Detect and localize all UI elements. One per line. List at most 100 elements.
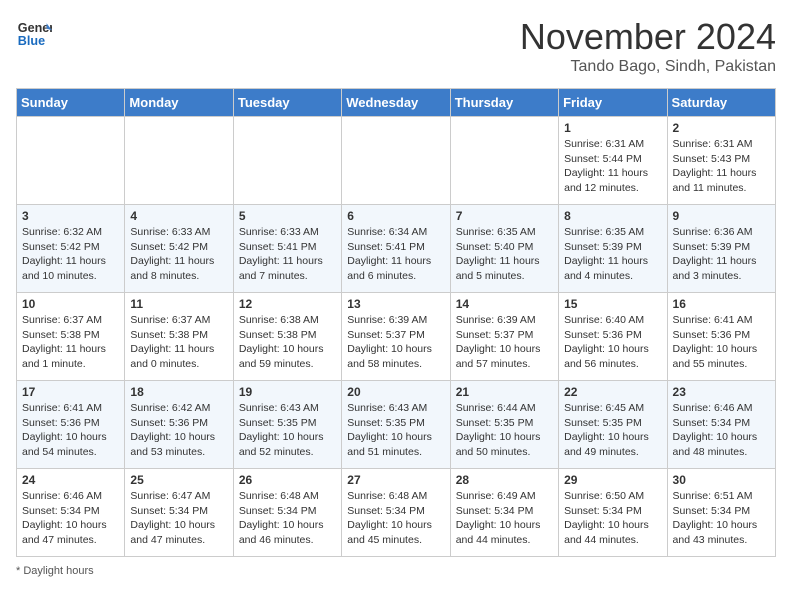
day-number: 1 <box>564 121 661 135</box>
calendar-cell: 27Sunrise: 6:48 AM Sunset: 5:34 PM Dayli… <box>342 469 450 557</box>
day-number: 19 <box>239 385 336 399</box>
day-number: 22 <box>564 385 661 399</box>
calendar-cell: 25 Sunrise: 6:47 AM Sunset: 5:34 PM Dayli… <box>125 469 233 557</box>
calendar-cell <box>17 117 125 205</box>
day-number: 24 <box>22 473 119 487</box>
calendar-week-row: 1Sunrise: 6:31 AM Sunset: 5:44 PM Daylig… <box>17 117 776 205</box>
day-info: Sunrise: 6:35 AM Sunset: 5:40 PM Dayligh… <box>456 225 553 284</box>
footer-note: * Daylight hours <box>16 565 776 577</box>
day-info: Sunrise: 6:37 AM Sunset: 5:38 PM Dayligh… <box>130 313 227 372</box>
day-info: Sunrise: 6:34 AM Sunset: 5:41 PM Dayligh… <box>347 225 444 284</box>
calendar-cell: 7Sunrise: 6:35 AM Sunset: 5:40 PM Daylig… <box>450 205 558 293</box>
calendar-cell: 1Sunrise: 6:31 AM Sunset: 5:44 PM Daylig… <box>559 117 667 205</box>
calendar-cell: 5Sunrise: 6:33 AM Sunset: 5:41 PM Daylig… <box>233 205 341 293</box>
weekday-header-wednesday: Wednesday <box>342 89 450 117</box>
day-number: 8 <box>564 209 661 223</box>
day-info: Sunrise: 6:33 AM Sunset: 5:42 PM Dayligh… <box>130 225 227 284</box>
day-number: 30 <box>673 473 770 487</box>
month-title: November 2024 <box>520 16 776 58</box>
calendar-cell: 21 Sunrise: 6:44 AM Sunset: 5:35 PM Dayli… <box>450 381 558 469</box>
title-area: November 2024 Tando Bago, Sindh, Pakista… <box>520 16 776 76</box>
calendar-cell: 12Sunrise: 6:38 AM Sunset: 5:38 PM Dayli… <box>233 293 341 381</box>
day-info: Sunrise: 6:36 AM Sunset: 5:39 PM Dayligh… <box>673 225 770 284</box>
calendar-cell: 11 Sunrise: 6:37 AM Sunset: 5:38 PM Dayli… <box>125 293 233 381</box>
day-info: Sunrise: 6:43 AM Sunset: 5:35 PM Dayligh… <box>347 401 444 460</box>
day-info: Sunrise: 6:49 AM Sunset: 5:34 PM Dayligh… <box>456 489 553 548</box>
calendar-cell: 18Sunrise: 6:42 AM Sunset: 5:36 PM Dayli… <box>125 381 233 469</box>
weekday-header-thursday: Thursday <box>450 89 558 117</box>
calendar-week-row: 17 Sunrise: 6:41 AM Sunset: 5:36 PM Dayli… <box>17 381 776 469</box>
day-info: Sunrise: 6:48 AM Sunset: 5:34 PM Dayligh… <box>347 489 444 548</box>
calendar-cell <box>233 117 341 205</box>
day-number: 15 <box>564 297 661 311</box>
day-number: 17 <box>22 385 119 399</box>
day-info: Sunrise: 6:39 AM Sunset: 5:37 PM Dayligh… <box>456 313 553 372</box>
weekday-header-friday: Friday <box>559 89 667 117</box>
day-info: Sunrise: 6:51 AM Sunset: 5:34 PM Dayligh… <box>673 489 770 548</box>
calendar-cell: 8 Sunrise: 6:35 AM Sunset: 5:39 PM Daylig… <box>559 205 667 293</box>
weekday-header-saturday: Saturday <box>667 89 775 117</box>
logo: General Blue <box>16 16 52 52</box>
day-info: Sunrise: 6:50 AM Sunset: 5:34 PM Dayligh… <box>564 489 661 548</box>
calendar: SundayMondayTuesdayWednesdayThursdayFrid… <box>16 88 776 557</box>
weekday-header-monday: Monday <box>125 89 233 117</box>
day-info: Sunrise: 6:43 AM Sunset: 5:35 PM Dayligh… <box>239 401 336 460</box>
calendar-cell: 30 Sunrise: 6:51 AM Sunset: 5:34 PM Dayli… <box>667 469 775 557</box>
day-info: Sunrise: 6:37 AM Sunset: 5:38 PM Dayligh… <box>22 313 119 372</box>
calendar-cell: 9Sunrise: 6:36 AM Sunset: 5:39 PM Daylig… <box>667 205 775 293</box>
day-info: Sunrise: 6:45 AM Sunset: 5:35 PM Dayligh… <box>564 401 661 460</box>
svg-text:Blue: Blue <box>18 34 45 48</box>
calendar-cell: 24 Sunrise: 6:46 AM Sunset: 5:34 PM Dayli… <box>17 469 125 557</box>
calendar-cell <box>450 117 558 205</box>
calendar-cell: 19 Sunrise: 6:43 AM Sunset: 5:35 PM Dayli… <box>233 381 341 469</box>
day-number: 14 <box>456 297 553 311</box>
day-info: Sunrise: 6:31 AM Sunset: 5:43 PM Dayligh… <box>673 137 770 196</box>
weekday-header-tuesday: Tuesday <box>233 89 341 117</box>
calendar-cell: 23Sunrise: 6:46 AM Sunset: 5:34 PM Dayli… <box>667 381 775 469</box>
day-number: 21 <box>456 385 553 399</box>
day-number: 11 <box>130 297 227 311</box>
calendar-week-row: 10 Sunrise: 6:37 AM Sunset: 5:38 PM Dayli… <box>17 293 776 381</box>
day-info: Sunrise: 6:44 AM Sunset: 5:35 PM Dayligh… <box>456 401 553 460</box>
calendar-cell: 14 Sunrise: 6:39 AM Sunset: 5:37 PM Dayli… <box>450 293 558 381</box>
day-number: 23 <box>673 385 770 399</box>
calendar-cell: 22 Sunrise: 6:45 AM Sunset: 5:35 PM Dayli… <box>559 381 667 469</box>
day-info: Sunrise: 6:33 AM Sunset: 5:41 PM Dayligh… <box>239 225 336 284</box>
day-info: Sunrise: 6:41 AM Sunset: 5:36 PM Dayligh… <box>22 401 119 460</box>
day-info: Sunrise: 6:47 AM Sunset: 5:34 PM Dayligh… <box>130 489 227 548</box>
day-number: 2 <box>673 121 770 135</box>
calendar-cell: 29 Sunrise: 6:50 AM Sunset: 5:34 PM Dayli… <box>559 469 667 557</box>
day-number: 16 <box>673 297 770 311</box>
day-info: Sunrise: 6:40 AM Sunset: 5:36 PM Dayligh… <box>564 313 661 372</box>
day-number: 26 <box>239 473 336 487</box>
calendar-cell: 6 Sunrise: 6:34 AM Sunset: 5:41 PM Daylig… <box>342 205 450 293</box>
day-info: Sunrise: 6:48 AM Sunset: 5:34 PM Dayligh… <box>239 489 336 548</box>
day-info: Sunrise: 6:46 AM Sunset: 5:34 PM Dayligh… <box>22 489 119 548</box>
day-info: Sunrise: 6:38 AM Sunset: 5:38 PM Dayligh… <box>239 313 336 372</box>
calendar-week-row: 24 Sunrise: 6:46 AM Sunset: 5:34 PM Dayli… <box>17 469 776 557</box>
calendar-cell <box>342 117 450 205</box>
day-info: Sunrise: 6:32 AM Sunset: 5:42 PM Dayligh… <box>22 225 119 284</box>
day-number: 4 <box>130 209 227 223</box>
calendar-cell: 15 Sunrise: 6:40 AM Sunset: 5:36 PM Dayli… <box>559 293 667 381</box>
calendar-cell: 17 Sunrise: 6:41 AM Sunset: 5:36 PM Dayli… <box>17 381 125 469</box>
day-number: 29 <box>564 473 661 487</box>
day-number: 6 <box>347 209 444 223</box>
day-number: 25 <box>130 473 227 487</box>
day-info: Sunrise: 6:39 AM Sunset: 5:37 PM Dayligh… <box>347 313 444 372</box>
day-number: 20 <box>347 385 444 399</box>
calendar-cell: 13Sunrise: 6:39 AM Sunset: 5:37 PM Dayli… <box>342 293 450 381</box>
day-info: Sunrise: 6:35 AM Sunset: 5:39 PM Dayligh… <box>564 225 661 284</box>
day-number: 28 <box>456 473 553 487</box>
day-number: 10 <box>22 297 119 311</box>
footer-note-text: Daylight hours <box>23 565 93 577</box>
location-title: Tando Bago, Sindh, Pakistan <box>520 58 776 76</box>
calendar-cell: 20 Sunrise: 6:43 AM Sunset: 5:35 PM Dayli… <box>342 381 450 469</box>
header: General Blue November 2024 Tando Bago, S… <box>16 16 776 76</box>
calendar-cell: 3Sunrise: 6:32 AM Sunset: 5:42 PM Daylig… <box>17 205 125 293</box>
calendar-cell: 10 Sunrise: 6:37 AM Sunset: 5:38 PM Dayli… <box>17 293 125 381</box>
logo-icon: General Blue <box>16 16 52 52</box>
calendar-header-row: SundayMondayTuesdayWednesdayThursdayFrid… <box>17 89 776 117</box>
calendar-week-row: 3Sunrise: 6:32 AM Sunset: 5:42 PM Daylig… <box>17 205 776 293</box>
day-number: 18 <box>130 385 227 399</box>
